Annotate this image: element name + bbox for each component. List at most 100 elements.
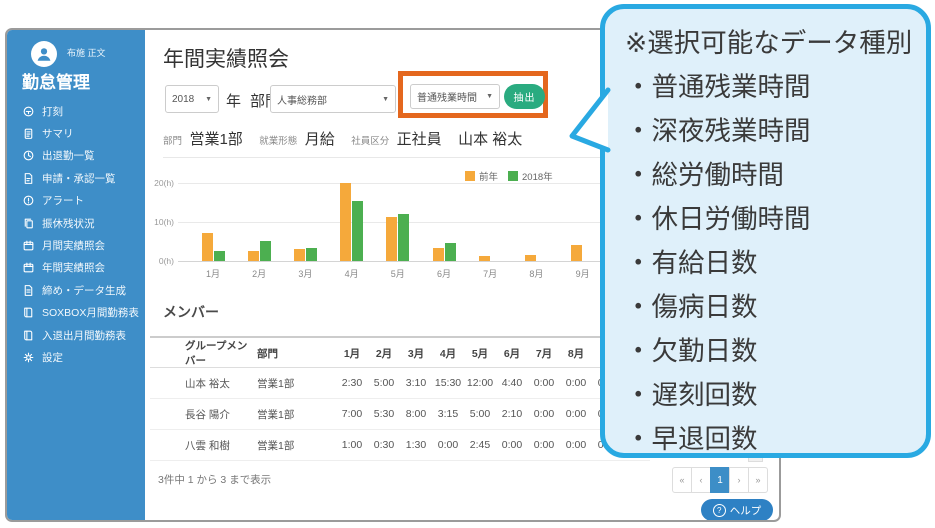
member-month-value: 0:00 — [528, 439, 560, 451]
clock-icon — [22, 149, 35, 162]
member-month-value: 12:00 — [464, 377, 496, 389]
pagination-button[interactable]: « — [672, 467, 692, 493]
doc-icon — [22, 284, 35, 297]
help-button[interactable]: ? ヘルプ — [701, 499, 773, 521]
chart-ytick-label: 10(h) — [150, 217, 174, 227]
pagination-page-current[interactable]: 1 — [710, 467, 730, 493]
department-select[interactable]: 人事総務部 ▼ — [270, 85, 396, 113]
member-month-value: 0:30 — [368, 439, 400, 451]
member-month-value: 1:00 — [336, 439, 368, 451]
bar-2018年-6月 — [445, 243, 456, 261]
sidebar-item-label: 出退勤一覧 — [42, 148, 95, 163]
member-dept: 営業1部 — [257, 438, 336, 453]
calendar-icon — [22, 261, 35, 274]
bar-前年-9月 — [571, 245, 582, 261]
sidebar-item-6[interactable]: 振休残状況 — [7, 212, 145, 234]
bar-2018年-5月 — [398, 214, 409, 261]
callout-item: ・有給日数 — [625, 241, 918, 285]
chart-legend: 前年2018年 — [465, 169, 553, 183]
bar-2018年-4月 — [352, 201, 363, 261]
year-select-value: 2018 — [172, 94, 194, 105]
callout-item: ・普通残業時間 — [625, 65, 918, 109]
member-month-value: 3:15 — [432, 408, 464, 420]
table-header-cell: 部門 — [257, 346, 336, 361]
chart-xtick-label: 7月 — [470, 267, 510, 280]
employee-class-value: 正社員 — [397, 131, 442, 148]
members-section-title: メンバー — [163, 302, 219, 322]
sidebar-item-3[interactable]: 出退勤一覧 — [7, 145, 145, 167]
member-month-value: 2:30 — [336, 377, 368, 389]
sidebar-item-label: 入退出月間勤務表 — [42, 328, 126, 343]
chart-xtick-label: 6月 — [424, 267, 464, 280]
user-name: 布施 正文 — [67, 46, 106, 59]
member-month-value: 2:10 — [496, 408, 528, 420]
sidebar-item-7[interactable]: 月間実績照会 — [7, 234, 145, 256]
sidebar-item-2[interactable]: サマリ — [7, 122, 145, 144]
chart-xtick-label: 2月 — [239, 267, 279, 280]
sidebar-item-label: 月間実績照会 — [42, 238, 105, 253]
bar-前年-8月 — [525, 255, 536, 261]
sidebar-item-label: 設定 — [42, 350, 63, 365]
sidebar-item-label: 申請・承認一覧 — [42, 171, 116, 186]
sidebar-item-4[interactable]: 申請・承認一覧 — [7, 167, 145, 189]
year-select[interactable]: 2018 ▼ — [165, 85, 219, 113]
bar-前年-6月 — [433, 248, 444, 261]
bar-前年-3月 — [294, 249, 305, 261]
extract-button[interactable]: 抽出 — [504, 84, 545, 109]
pagination-button[interactable]: » — [748, 467, 768, 493]
employee-info-line: 部門 営業1部 就業形態 月給 社員区分 正社員 山本 裕太 — [163, 128, 534, 149]
member-name: 八雲 和樹 — [185, 438, 257, 453]
member-month-value: 15:30 — [432, 377, 464, 389]
chart-gridline — [178, 183, 614, 184]
chart-gridline — [178, 261, 614, 262]
doc-edit-icon — [22, 172, 35, 185]
employee-class-label: 社員区分 — [351, 136, 389, 147]
datatype-select[interactable]: 普通残業時間 ▼ — [410, 84, 500, 109]
callout-balloon: ※選択可能なデータ種別 ・普通残業時間・深夜残業時間・総労働時間・休日労働時間・… — [600, 4, 931, 458]
user-avatar-icon — [31, 41, 57, 67]
table-header-cell: 5月 — [464, 346, 496, 361]
legend-swatch-icon — [465, 171, 475, 181]
sidebar-item-label: 打刻 — [42, 104, 63, 119]
sidebar-item-5[interactable]: アラート — [7, 190, 145, 212]
member-month-value: 0:00 — [528, 377, 560, 389]
department-select-value: 人事総務部 — [277, 92, 327, 107]
legend-item-前年: 前年 — [465, 169, 498, 183]
pagination-button[interactable]: ‹ — [691, 467, 711, 493]
callout-item: ・総労働時間 — [625, 153, 918, 197]
sidebar-item-11[interactable]: 入退出月間勤務表 — [7, 324, 145, 346]
sidebar-item-8[interactable]: 年間実績照会 — [7, 257, 145, 279]
pagination-button[interactable]: › — [729, 467, 749, 493]
callout-item: ・早退回数 — [625, 417, 918, 458]
overtime-bar-chart: 20(h)10(h)0(h)1月2月3月4月5月6月7月8月9月 — [150, 168, 620, 293]
sidebar-item-label: 締め・データ生成 — [42, 283, 126, 298]
member-month-value: 5:00 — [464, 408, 496, 420]
member-dept: 営業1部 — [257, 376, 336, 391]
sidebar-item-9[interactable]: 締め・データ生成 — [7, 279, 145, 301]
copy-icon — [22, 217, 35, 230]
member-month-value: 0:00 — [560, 377, 592, 389]
sidebar-item-10[interactable]: SOXBOX月間勤務表 — [7, 302, 145, 324]
legend-label: 前年 — [479, 169, 498, 183]
table-header-cell: グループメンバー — [185, 338, 257, 368]
callout-item: ・遅刻回数 — [625, 373, 918, 417]
sidebar-item-label: 振休残状況 — [42, 216, 95, 231]
employee-worktype-value: 月給 — [305, 131, 335, 148]
sidebar-item-label: SOXBOX月間勤務表 — [42, 305, 139, 320]
chevron-down-icon: ▼ — [205, 96, 212, 103]
employee-dept-value: 営業1部 — [189, 131, 242, 148]
table-header-cell: 6月 — [496, 346, 528, 361]
member-name: 長谷 陽介 — [185, 407, 257, 422]
member-month-value: 1:30 — [400, 439, 432, 451]
member-month-value: 5:30 — [368, 408, 400, 420]
table-summary-text: 3件中 1 から 3 まで表示 — [158, 472, 271, 487]
sidebar-item-1[interactable]: 打刻 — [7, 100, 145, 122]
chevron-down-icon: ▼ — [382, 96, 389, 103]
sidebar-item-12[interactable]: 設定 — [7, 346, 145, 368]
gear-icon — [22, 351, 35, 364]
callout-item-list: ・普通残業時間・深夜残業時間・総労働時間・休日労働時間・有給日数・傷病日数・欠勤… — [625, 65, 918, 458]
chart-xtick-label: 3月 — [285, 267, 325, 280]
member-month-value: 4:40 — [496, 377, 528, 389]
help-button-label: ヘルプ — [730, 503, 762, 518]
bar-前年-5月 — [386, 217, 397, 261]
